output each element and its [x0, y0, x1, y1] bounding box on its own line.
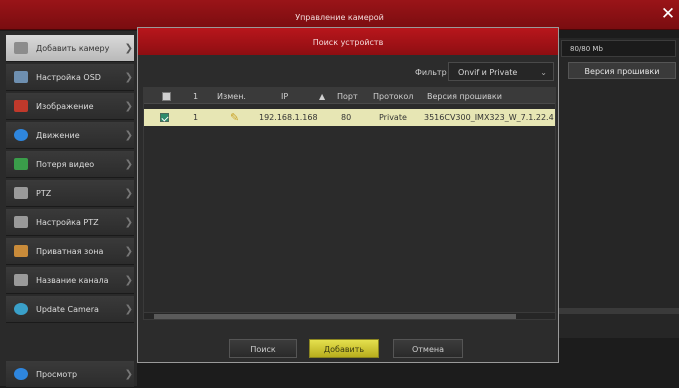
- storage-indicator: 80/80 Mb: [561, 40, 676, 57]
- cell-port: 80: [341, 113, 352, 122]
- sidebar-item-channel-name[interactable]: Название канала ❯: [6, 267, 134, 294]
- add-button[interactable]: Добавить: [309, 339, 379, 358]
- sidebar-item-ptz-settings[interactable]: Настройка PTZ ❯: [6, 209, 134, 236]
- chevron-right-icon: ❯: [124, 188, 133, 199]
- chevron-down-icon: ⌄: [540, 68, 547, 77]
- sidebar-item-label: Изображение: [36, 101, 94, 111]
- sidebar-item-label: Название канала: [36, 275, 109, 285]
- sidebar-item-label: Движение: [36, 130, 80, 140]
- sidebar-item-label: Потеря видео: [36, 159, 95, 169]
- row-checkbox[interactable]: [160, 113, 169, 122]
- column-protocol: Протокол: [373, 92, 414, 101]
- window-title: Управление камерой: [295, 13, 384, 22]
- chevron-right-icon: ❯: [124, 275, 133, 286]
- sidebar-item-ptz[interactable]: PTZ ❯: [6, 180, 134, 207]
- window-titlebar: Управление камерой ✕: [0, 0, 679, 30]
- column-port: Порт: [337, 92, 358, 101]
- chevron-right-icon: ❯: [124, 43, 133, 54]
- device-search-dialog: Поиск устройств Фильтр Onvif и Private ⌄…: [137, 27, 559, 363]
- table-header: 1 Измен. IP ▲ Порт Протокол Версия проши…: [144, 88, 555, 104]
- sidebar-item-osd[interactable]: Настройка OSD ❯: [6, 64, 134, 91]
- camera-add-icon: [14, 42, 28, 54]
- scrollbar-thumb[interactable]: [154, 314, 516, 319]
- sidebar-item-label: Добавить камеру: [36, 43, 110, 53]
- sidebar-item-update-camera[interactable]: Update Camera ❯: [6, 296, 134, 323]
- sidebar: Добавить камеру ❯ Настройка OSD ❯ Изобра…: [0, 31, 137, 388]
- filter-select[interactable]: Onvif и Private ⌄: [448, 62, 554, 81]
- column-num: 1: [193, 92, 199, 101]
- sort-up-icon: ▲: [319, 92, 326, 101]
- privacy-icon: [14, 245, 28, 257]
- filter-label: Фильтр: [415, 68, 447, 77]
- close-icon[interactable]: ✕: [660, 6, 676, 23]
- view-icon: [14, 368, 28, 380]
- cell-ip: 192.168.1.168: [259, 113, 318, 122]
- device-table: 1 Измен. IP ▲ Порт Протокол Версия проши…: [143, 87, 556, 320]
- sidebar-item-label: Update Camera: [36, 304, 99, 314]
- dialog-title: Поиск устройств: [138, 28, 558, 55]
- sidebar-item-view[interactable]: Просмотр ❯: [6, 361, 134, 388]
- behind-panel: 80/80 Mb Версия прошивки: [559, 38, 679, 338]
- channel-name-icon: [14, 274, 28, 286]
- ptz-settings-icon: [14, 216, 28, 228]
- column-edit: Измен.: [217, 92, 246, 101]
- ptz-icon: [14, 187, 28, 199]
- column-ip[interactable]: IP: [281, 92, 288, 101]
- select-all-checkbox[interactable]: [162, 92, 171, 101]
- column-firmware: Версия прошивки: [427, 92, 502, 101]
- motion-icon: [14, 129, 28, 141]
- sidebar-item-label: Просмотр: [36, 369, 78, 379]
- cell-protocol: Private: [379, 113, 407, 122]
- sidebar-item-label: Настройка PTZ: [36, 217, 99, 227]
- chevron-right-icon: ❯: [124, 130, 133, 141]
- filter-value: Onvif и Private: [458, 68, 518, 77]
- video-loss-icon: [14, 158, 28, 170]
- chevron-right-icon: ❯: [124, 101, 133, 112]
- sidebar-item-image[interactable]: Изображение ❯: [6, 93, 134, 120]
- update-icon: [14, 303, 28, 315]
- firmware-column-header: Версия прошивки: [568, 62, 676, 79]
- behind-scrollbar[interactable]: [559, 308, 679, 314]
- osd-icon: [14, 71, 28, 83]
- sidebar-item-label: PTZ: [36, 188, 52, 198]
- chevron-right-icon: ❯: [124, 369, 133, 380]
- sidebar-item-video-loss[interactable]: Потеря видео ❯: [6, 151, 134, 178]
- horizontal-scrollbar[interactable]: [144, 312, 555, 319]
- cancel-button[interactable]: Отмена: [393, 339, 463, 358]
- sidebar-item-add-camera[interactable]: Добавить камеру ❯: [6, 35, 134, 62]
- sidebar-item-label: Настройка OSD: [36, 72, 101, 82]
- sidebar-item-privacy[interactable]: Приватная зона ❯: [6, 238, 134, 265]
- chevron-right-icon: ❯: [124, 159, 133, 170]
- chevron-right-icon: ❯: [124, 304, 133, 315]
- image-icon: [14, 100, 28, 112]
- search-button[interactable]: Поиск: [229, 339, 297, 358]
- edit-pencil-icon[interactable]: ✎: [230, 111, 239, 124]
- sidebar-item-motion[interactable]: Движение ❯: [6, 122, 134, 149]
- table-row[interactable]: 1 ✎ 192.168.1.168 80 Private 3516CV300_I…: [144, 109, 555, 126]
- cell-firmware: 3516CV300_IMX323_W_7.1.22.4: [424, 113, 554, 122]
- cell-num: 1: [193, 113, 199, 122]
- chevron-right-icon: ❯: [124, 217, 133, 228]
- sidebar-item-label: Приватная зона: [36, 246, 104, 256]
- chevron-right-icon: ❯: [124, 72, 133, 83]
- chevron-right-icon: ❯: [124, 246, 133, 257]
